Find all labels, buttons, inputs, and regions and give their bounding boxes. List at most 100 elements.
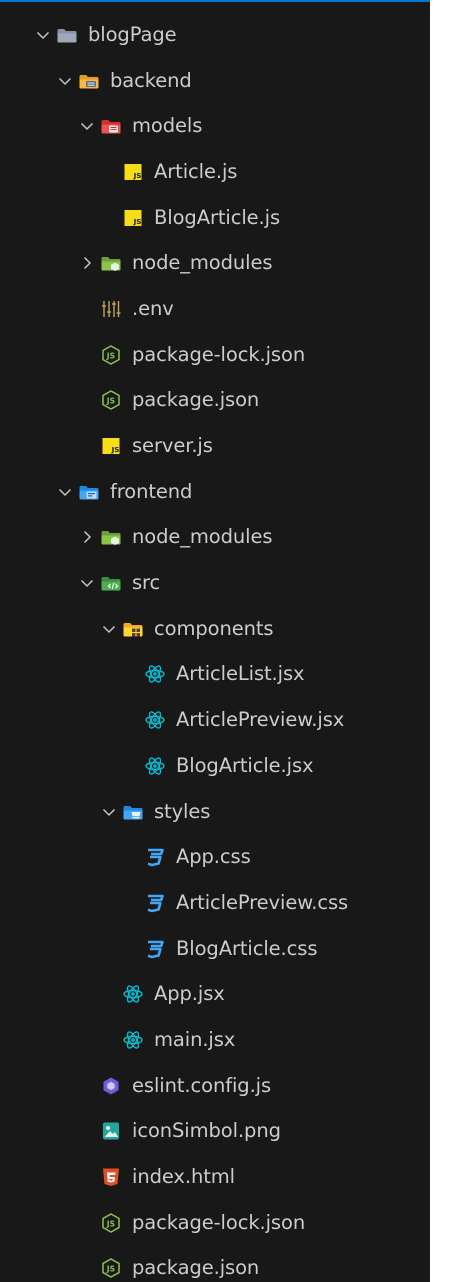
json-file-icon: JS [100, 389, 122, 411]
tree-file-app-css[interactable]: App.css [0, 834, 430, 880]
tree-file-env[interactable]: .env [0, 286, 430, 332]
tree-file-iconsimbol-png[interactable]: iconSimbol.png [0, 1109, 430, 1155]
react-file-icon [122, 983, 144, 1005]
chevron-down-icon[interactable] [56, 72, 74, 90]
frontend-folder-icon [78, 481, 100, 503]
node-modules-folder-icon [100, 526, 122, 548]
tree-file-articlepreview-css[interactable]: ArticlePreview.css [0, 880, 430, 926]
tree-folder-node-modules[interactable]: node_modules [0, 515, 430, 561]
file-explorer: blogPage backend models JS Article.js JS BlogA… [0, 0, 430, 1282]
tree-item-label: main.jsx [154, 1028, 236, 1052]
chevron-down-icon[interactable] [78, 574, 96, 592]
styles-folder-icon [122, 801, 144, 823]
chevron-down-icon[interactable] [100, 620, 118, 638]
tree-item-label: node_modules [132, 251, 273, 275]
tree-item-label: models [132, 114, 203, 138]
tree-item-label: App.css [176, 845, 251, 869]
tree-item-label: components [154, 616, 274, 640]
tree-item-label: server.js [132, 434, 213, 458]
tree-folder-frontend[interactable]: frontend [0, 469, 430, 515]
tree-item-label: package-lock.json [132, 1210, 306, 1234]
react-file-icon [144, 709, 166, 731]
tree-item-label: blogPage [88, 22, 177, 46]
tree-item-label: ArticlePreview.jsx [176, 708, 345, 732]
tree-file-package-lock-json[interactable]: JS package-lock.json [0, 1200, 430, 1246]
node-modules-folder-icon [100, 252, 122, 274]
svg-text:JS: JS [106, 1219, 115, 1228]
css-file-icon [144, 846, 166, 868]
json-file-icon: JS [100, 1212, 122, 1234]
src-folder-icon [100, 572, 122, 594]
json-file-icon: JS [100, 344, 122, 366]
tree-folder-blogpage[interactable]: blogPage [0, 12, 430, 58]
tree-file-article-js[interactable]: JS Article.js [0, 149, 430, 195]
tree-item-label: ArticlePreview.css [176, 890, 349, 914]
tree-item-label: package.json [132, 388, 260, 412]
tree-item-label: Article.js [154, 159, 238, 183]
tree-item-label: ArticleList.jsx [176, 662, 305, 686]
chevron-down-icon[interactable] [100, 803, 118, 821]
tree-folder-components[interactable]: components [0, 606, 430, 652]
svg-text:JS: JS [106, 397, 115, 406]
react-file-icon [122, 1029, 144, 1051]
json-file-icon: JS [100, 1257, 122, 1279]
chevron-right-icon[interactable] [78, 254, 96, 272]
tree-file-app-jsx[interactable]: App.jsx [0, 971, 430, 1017]
tree-file-eslint-config-js[interactable]: eslint.config.js [0, 1063, 430, 1109]
tree-file-index-html[interactable]: index.html [0, 1154, 430, 1200]
tree-file-blogarticle-js[interactable]: JS BlogArticle.js [0, 195, 430, 241]
tree-item-label: package-lock.json [132, 342, 306, 366]
chevron-down-icon[interactable] [78, 117, 96, 135]
tree-file-articlepreview-jsx[interactable]: ArticlePreview.jsx [0, 697, 430, 743]
folder-open-icon [56, 24, 78, 46]
tree-item-label: BlogArticle.jsx [176, 753, 314, 777]
tree-item-label: iconSimbol.png [132, 1119, 281, 1143]
tree-file-blogarticle-css[interactable]: BlogArticle.css [0, 926, 430, 972]
tree-item-label: package.json [132, 1256, 260, 1280]
tree-file-main-jsx[interactable]: main.jsx [0, 1017, 430, 1063]
svg-text:JS: JS [111, 445, 120, 454]
tree-item-label: App.jsx [154, 982, 225, 1006]
tree-file-package-lock-json[interactable]: JS package-lock.json [0, 332, 430, 378]
chevron-down-icon[interactable] [56, 483, 74, 501]
backend-folder-icon [78, 70, 100, 92]
html-file-icon [100, 1166, 122, 1188]
tree-item-label: styles [154, 799, 211, 823]
tree-item-label: BlogArticle.css [176, 936, 318, 960]
chevron-right-icon[interactable] [78, 528, 96, 546]
tree-item-label: .env [132, 297, 174, 321]
image-file-icon [100, 1120, 122, 1142]
tree-item-label: src [132, 571, 161, 595]
javascript-file-icon: JS [100, 435, 122, 457]
css-file-icon [144, 892, 166, 914]
components-folder-icon [122, 618, 144, 640]
tree-item-label: node_modules [132, 525, 273, 549]
svg-text:JS: JS [133, 171, 142, 180]
eslint-file-icon [100, 1075, 122, 1097]
tree-folder-models[interactable]: models [0, 103, 430, 149]
tree-item-label: BlogArticle.js [154, 205, 281, 229]
env-file-icon [100, 298, 122, 320]
tree-folder-node-modules[interactable]: node_modules [0, 240, 430, 286]
tree-folder-styles[interactable]: styles [0, 789, 430, 835]
react-file-icon [144, 663, 166, 685]
chevron-down-icon[interactable] [34, 26, 52, 44]
tree-item-label: eslint.config.js [132, 1073, 272, 1097]
tree-item-label: index.html [132, 1165, 235, 1189]
javascript-file-icon: JS [122, 161, 144, 183]
models-folder-icon [100, 115, 122, 137]
css-file-icon [144, 938, 166, 960]
tree-item-label: backend [110, 68, 192, 92]
react-file-icon [144, 755, 166, 777]
tree-file-package-json[interactable]: JS package.json [0, 1246, 430, 1282]
file-tree: blogPage backend models JS Article.js JS BlogA… [0, 12, 430, 1282]
svg-text:JS: JS [106, 1265, 115, 1274]
tree-file-articlelist-jsx[interactable]: ArticleList.jsx [0, 652, 430, 698]
tree-file-blogarticle-jsx[interactable]: BlogArticle.jsx [0, 743, 430, 789]
tree-folder-src[interactable]: src [0, 560, 430, 606]
svg-text:JS: JS [106, 351, 115, 360]
tree-folder-backend[interactable]: backend [0, 58, 430, 104]
tree-file-package-json[interactable]: JS package.json [0, 378, 430, 424]
svg-text:JS: JS [133, 217, 142, 226]
tree-file-server-js[interactable]: JS server.js [0, 423, 430, 469]
